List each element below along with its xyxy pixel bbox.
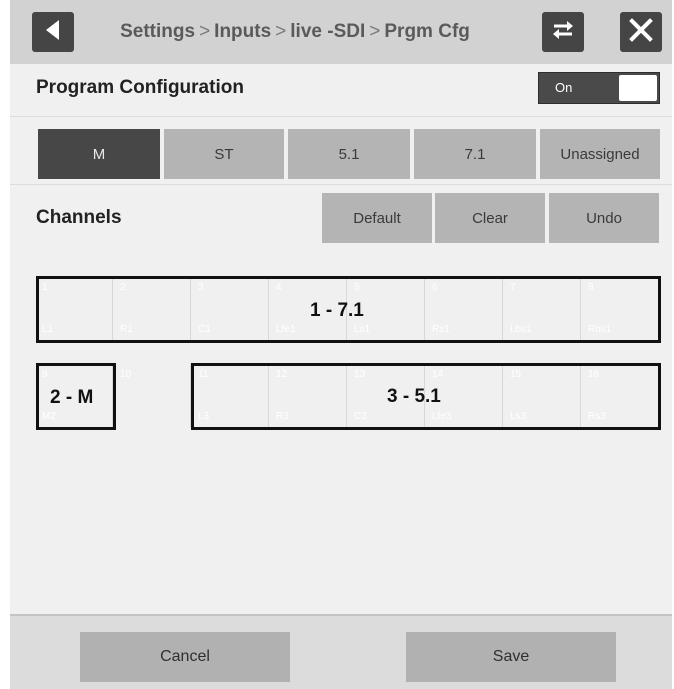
channel-name: M2 (42, 411, 56, 422)
mode-button-st[interactable]: ST (164, 129, 284, 179)
back-button[interactable] (32, 12, 74, 52)
channel-number: 7 (510, 282, 516, 293)
channel-name: Lfe1 (276, 324, 296, 335)
channel-cell-2[interactable]: 2 R1 (114, 277, 191, 341)
channel-cell-8[interactable]: 8 Rbs1 (582, 277, 660, 341)
channel-number: 13 (354, 369, 366, 380)
channel-number: 8 (588, 282, 594, 293)
breadcrumb-item[interactable]: Inputs (214, 21, 271, 43)
channel-number: 6 (432, 282, 438, 293)
back-arrow-icon (43, 18, 63, 47)
channel-cell-13[interactable]: 13 C3 (348, 364, 425, 428)
default-button[interactable]: Default (322, 193, 432, 243)
undo-button[interactable]: Undo (549, 193, 659, 243)
breadcrumb-item: Prgm Cfg (384, 21, 470, 42)
channel-number: 11 (198, 369, 209, 380)
channel-name: C3 (354, 411, 367, 422)
channel-cell-10[interactable]: 10 (114, 364, 191, 428)
swap-button[interactable] (542, 12, 584, 52)
channel-name: L1 (42, 324, 54, 335)
channels-label: Channels (36, 207, 122, 228)
mode-button-7-1[interactable]: 7.1 (414, 129, 536, 179)
channel-cell-4[interactable]: 4 Lfe1 (270, 277, 347, 341)
channel-number: 12 (276, 369, 288, 380)
channel-name: Lfe3 (432, 411, 452, 422)
channel-number: 2 (120, 282, 126, 293)
channel-name: C1 (198, 324, 211, 335)
toggle-knob (619, 75, 657, 101)
channel-cell-14[interactable]: 14 Lfe3 (426, 364, 503, 428)
channel-name: Rs3 (588, 411, 606, 422)
channel-cell-1[interactable]: 1 L1 (36, 277, 113, 341)
close-button[interactable] (620, 12, 662, 52)
swap-arrows-icon (550, 17, 576, 48)
channel-name: L3 (198, 411, 210, 422)
channel-cell-7[interactable]: 7 Lbs1 (504, 277, 581, 341)
channel-number: 15 (510, 369, 522, 380)
channel-number: 5 (354, 282, 360, 293)
breadcrumb-separator: > (369, 21, 381, 42)
channel-cell-15[interactable]: 15 Ls3 (504, 364, 581, 428)
breadcrumb: Settings > Inputs > live -SDI > Prgm Cfg (70, 0, 520, 64)
channel-cell-12[interactable]: 12 R3 (270, 364, 347, 428)
clear-button[interactable]: Clear (435, 193, 545, 243)
channel-name: Ls3 (510, 411, 527, 422)
mode-button-m[interactable]: M (38, 129, 160, 179)
channel-number: 10 (120, 369, 132, 380)
title-bar: Settings > Inputs > live -SDI > Prgm Cfg (10, 0, 672, 64)
breadcrumb-item[interactable]: Settings (120, 21, 195, 43)
channel-name: Lbs1 (510, 324, 532, 335)
mode-button-5-1[interactable]: 5.1 (288, 129, 410, 179)
breadcrumb-separator: > (275, 21, 287, 42)
channel-name: R3 (276, 411, 289, 422)
program-config-screen: Settings > Inputs > live -SDI > Prgm Cfg (10, 0, 672, 689)
cancel-button[interactable]: Cancel (80, 632, 290, 682)
channel-number: 4 (276, 282, 282, 293)
toggle-state-label: On (555, 80, 573, 95)
channel-number: 14 (432, 369, 444, 380)
channel-name: R1 (120, 324, 133, 335)
channel-name: Rbs1 (588, 324, 612, 335)
breadcrumb-item[interactable]: live -SDI (290, 21, 365, 43)
breadcrumb-separator: > (199, 21, 211, 42)
channel-number: 3 (198, 282, 204, 293)
channel-name: Rs1 (432, 324, 450, 335)
channel-cell-3[interactable]: 3 C1 (192, 277, 269, 341)
channel-number: 9 (42, 369, 48, 380)
channel-cell-11[interactable]: 11 L3 (192, 364, 269, 428)
channel-cell-16[interactable]: 16 Rs3 (582, 364, 660, 428)
program-configuration-toggle[interactable]: On (538, 72, 660, 104)
channel-number: 1 (42, 282, 48, 293)
program-configuration-label: Program Configuration (36, 77, 244, 98)
save-button[interactable]: Save (406, 632, 616, 682)
channel-cell-5[interactable]: 5 Ls1 (348, 277, 425, 341)
mode-button-unassigned[interactable]: Unassigned (540, 129, 660, 179)
channel-name: Ls1 (354, 324, 371, 335)
footer-bar: Cancel Save (10, 614, 672, 689)
channel-cell-6[interactable]: 6 Rs1 (426, 277, 503, 341)
channel-cell-9[interactable]: 9 M2 (36, 364, 113, 428)
close-icon (628, 17, 654, 48)
channel-number: 16 (588, 369, 600, 380)
